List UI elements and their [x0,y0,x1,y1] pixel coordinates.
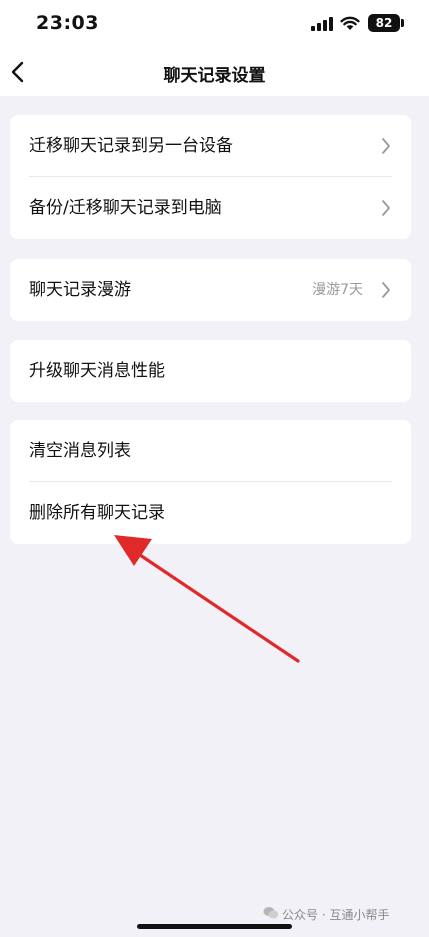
chevron-right-icon [382,282,390,298]
row-migrate-to-device[interactable]: 迁移聊天记录到另一台设备 [10,115,411,177]
row-label: 迁移聊天记录到另一台设备 [29,136,233,156]
status-time: 23:03 [36,12,99,34]
page-title: 聊天记录设置 [163,66,266,86]
row-label: 升级聊天消息性能 [29,361,165,381]
battery-cap [401,19,404,27]
wechat-icon [263,907,279,919]
chevron-right-icon [382,138,390,154]
signal-icon [311,17,333,31]
status-bar: 23:03 82 [0,0,429,48]
row-label: 聊天记录漫游 [29,280,131,300]
chevron-right-icon [382,200,390,216]
settings-group-clear: 清空消息列表 删除所有聊天记录 [10,420,411,544]
settings-group-transfer: 迁移聊天记录到另一台设备 备份/迁移聊天记录到电脑 [10,115,411,239]
chat-history-settings-page: 23:03 82 聊天记录设置 迁移聊天记录到另一台设备 备份/迁移聊天记录到电… [0,0,429,937]
wifi-icon [340,16,360,30]
nav-bar: 聊天记录设置 [0,48,429,96]
settings-group-roaming: 聊天记录漫游 漫游7天 [10,259,411,321]
roaming-value: 漫游7天 [312,282,363,298]
home-indicator[interactable] [137,924,292,929]
row-clear-message-list[interactable]: 清空消息列表 [10,420,411,482]
row-delete-all-chat-history[interactable]: 删除所有聊天记录 [10,482,411,544]
battery-icon: 82 [368,14,400,32]
row-chat-roaming[interactable]: 聊天记录漫游 漫游7天 [10,259,411,321]
row-upgrade-performance[interactable]: 升级聊天消息性能 [10,340,411,402]
row-label: 备份/迁移聊天记录到电脑 [29,198,222,218]
row-label: 清空消息列表 [29,441,131,461]
settings-group-performance: 升级聊天消息性能 [10,340,411,402]
watermark-text: 公众号 · 互通小帮手 [282,908,390,922]
row-label: 删除所有聊天记录 [29,503,165,523]
row-backup-to-pc[interactable]: 备份/迁移聊天记录到电脑 [10,177,411,239]
